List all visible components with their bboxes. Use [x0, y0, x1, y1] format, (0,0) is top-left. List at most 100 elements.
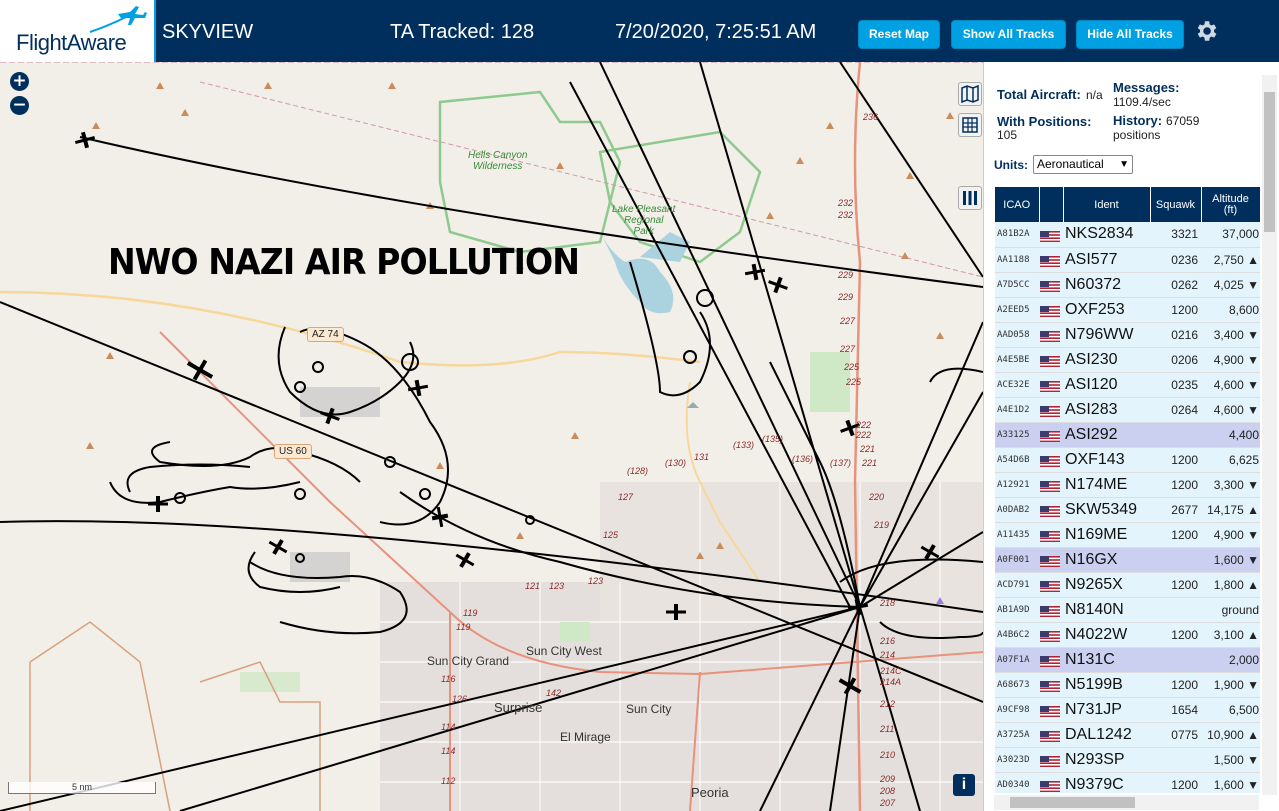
table-row[interactable]: AA1188 ASI577 0236 2,750 ▲ — [995, 247, 1260, 273]
mile-marker: (130) — [665, 458, 687, 468]
squawk-cell: 1200 — [1150, 622, 1201, 648]
squawk-cell: 1200 — [1150, 772, 1201, 793]
table-row[interactable]: A07F1A N131C 2,000 — [995, 647, 1260, 673]
table-row[interactable]: ACD791 N9265X 1200 1,800 ▲ — [995, 572, 1260, 598]
squawk-cell: 1200 — [1150, 522, 1201, 548]
skyview-app: FlightAware SKYVIEW TA Tracked: 128 7/20… — [0, 0, 1279, 811]
table-row[interactable]: A3725A DAL1242 0775 10,900 ▲ — [995, 722, 1260, 748]
place-sun-city-west: Sun City West — [526, 644, 602, 658]
park-label-line: Lake Pleasant — [612, 204, 676, 215]
mile-marker: 229 — [838, 292, 854, 302]
mile-marker: 119 — [456, 622, 471, 632]
us-flag-icon — [1040, 679, 1060, 692]
table-row[interactable]: A0F001 N16GX 1,600 ▼ — [995, 547, 1260, 573]
grid-toggle-button[interactable] — [958, 113, 982, 137]
flag-cell — [1039, 372, 1063, 398]
table-row[interactable]: A12921 N174ME 1200 3,300 ▼ — [995, 472, 1260, 498]
table-row[interactable]: A0DAB2 SKW5349 2677 14,175 ▲ — [995, 497, 1260, 523]
table-row[interactable]: A9CF98 N731JP 1654 6,500 — [995, 697, 1260, 723]
mile-marker: 123 — [549, 581, 565, 591]
table-row[interactable]: AD0340 N9379C 1200 1,600 ▼ — [995, 772, 1260, 793]
column-header-squawk[interactable]: Squawk — [1150, 187, 1202, 222]
altitude-cell: 1,500 ▼ — [1201, 747, 1260, 773]
ident-cell: N293SP — [1063, 747, 1150, 773]
altitude-cell: 10,900 ▲ — [1201, 722, 1260, 748]
mile-marker: 207 — [880, 798, 896, 808]
table-row[interactable]: A4E1D2 ASI283 0264 4,600 ▼ — [995, 397, 1260, 423]
column-header-flag[interactable] — [1039, 187, 1064, 222]
squawk-cell: 0262 — [1150, 272, 1201, 298]
scale-bar: 5 nm — [8, 782, 156, 794]
columns-toggle-button[interactable] — [958, 186, 982, 210]
table-row[interactable]: A4E5BE ASI230 0206 4,900 ▼ — [995, 347, 1260, 373]
table-row[interactable]: A7D5CC N60372 0262 4,025 ▼ — [995, 272, 1260, 298]
table-row[interactable]: A4B6C2 N4022W 1200 3,100 ▲ — [995, 622, 1260, 648]
units-selected-value: Aeronautical — [1037, 157, 1104, 171]
zoom-out-button[interactable]: − — [10, 96, 29, 115]
us-flag-icon — [1040, 654, 1060, 667]
highway-shield-us60: US 60 — [274, 444, 312, 459]
icao-cell: AB1A9D — [995, 597, 1039, 623]
mile-marker: 123 — [588, 576, 604, 586]
grid-icon — [962, 117, 978, 133]
squawk-cell: 3321 — [1150, 222, 1201, 248]
altitude-header-unit: (ft) — [1223, 203, 1238, 216]
squawk-cell: 0236 — [1150, 247, 1201, 273]
us-flag-icon — [1040, 254, 1060, 267]
altitude-cell: 4,900 ▼ — [1201, 347, 1260, 373]
map-icon — [961, 84, 979, 104]
table-row[interactable]: A33125 ASI292 4,400 — [995, 422, 1260, 448]
icao-cell: A3725A — [995, 722, 1039, 748]
us-flag-icon — [1040, 729, 1060, 742]
us-flag-icon — [1040, 704, 1060, 717]
map-layers-button[interactable] — [958, 82, 982, 106]
table-row[interactable]: A3023D N293SP 1,500 ▼ — [995, 747, 1260, 773]
table-row[interactable]: A2EED5 OXF253 1200 8,600 — [995, 297, 1260, 323]
reset-map-button[interactable]: Reset Map — [858, 20, 940, 49]
table-row[interactable]: AB1A9D N8140N ground — [995, 597, 1260, 623]
icao-cell: A81B2A — [995, 222, 1039, 248]
icao-cell: ACD791 — [995, 572, 1039, 598]
panel-horizontal-scroll-thumb[interactable] — [1010, 797, 1135, 808]
icao-cell: A12921 — [995, 472, 1039, 498]
show-all-tracks-button[interactable]: Show All Tracks — [951, 20, 1066, 49]
column-header-altitude[interactable]: Altitude (ft) — [1201, 187, 1260, 222]
mile-marker: 220 — [869, 492, 885, 502]
info-button[interactable]: i — [953, 774, 975, 796]
ident-cell: NKS2834 — [1063, 222, 1150, 248]
ident-cell: OXF143 — [1063, 447, 1150, 473]
column-header-icao[interactable]: ICAO — [995, 187, 1040, 222]
table-row[interactable]: A54D6B OXF143 1200 6,625 — [995, 447, 1260, 473]
flag-cell — [1039, 347, 1063, 373]
column-header-ident[interactable]: Ident — [1063, 187, 1151, 222]
units-select[interactable]: Aeronautical ▼ — [1033, 155, 1133, 174]
us-flag-icon — [1040, 554, 1060, 567]
ident-cell: N16GX — [1063, 547, 1150, 573]
zoom-in-button[interactable]: + — [10, 72, 29, 91]
total-aircraft-label: Total Aircraft: — [997, 87, 1081, 102]
table-row[interactable]: A81B2A NKS2834 3321 37,000 — [995, 222, 1260, 248]
table-row[interactable]: ACE32E ASI120 0235 4,600 ▼ — [995, 372, 1260, 398]
icao-cell: A11435 — [995, 522, 1039, 548]
mile-marker: 218 — [880, 598, 896, 608]
icao-cell: A0DAB2 — [995, 497, 1039, 523]
table-row[interactable]: A68673 N5199B 1200 1,900 ▼ — [995, 672, 1260, 698]
flag-cell — [1039, 272, 1063, 298]
map-view[interactable]: + − NWO NAZI AIR POLLUTION Hells Canyon … — [0, 62, 983, 811]
park-label-line: Wilderness — [473, 161, 523, 172]
hide-all-tracks-button[interactable]: Hide All Tracks — [1076, 20, 1184, 49]
table-row[interactable]: A11435 N169ME 1200 4,900 ▼ — [995, 522, 1260, 548]
gear-icon[interactable] — [1193, 18, 1219, 44]
mile-marker: 114 — [441, 746, 456, 756]
table-row[interactable]: AAD058 N796WW 0216 3,400 ▼ — [995, 322, 1260, 348]
ident-cell: ASI283 — [1063, 397, 1150, 423]
us-flag-icon — [1040, 379, 1060, 392]
flightaware-logo[interactable]: FlightAware — [0, 0, 156, 62]
squawk-cell: 1200 — [1150, 672, 1201, 698]
flag-cell — [1039, 322, 1063, 348]
ident-cell: N9265X — [1063, 572, 1150, 598]
altitude-cell: 4,025 ▼ — [1201, 272, 1260, 298]
icao-cell: A3023D — [995, 747, 1039, 773]
panel-vertical-scroll-thumb[interactable] — [1264, 92, 1275, 232]
icao-cell: A9CF98 — [995, 697, 1039, 723]
